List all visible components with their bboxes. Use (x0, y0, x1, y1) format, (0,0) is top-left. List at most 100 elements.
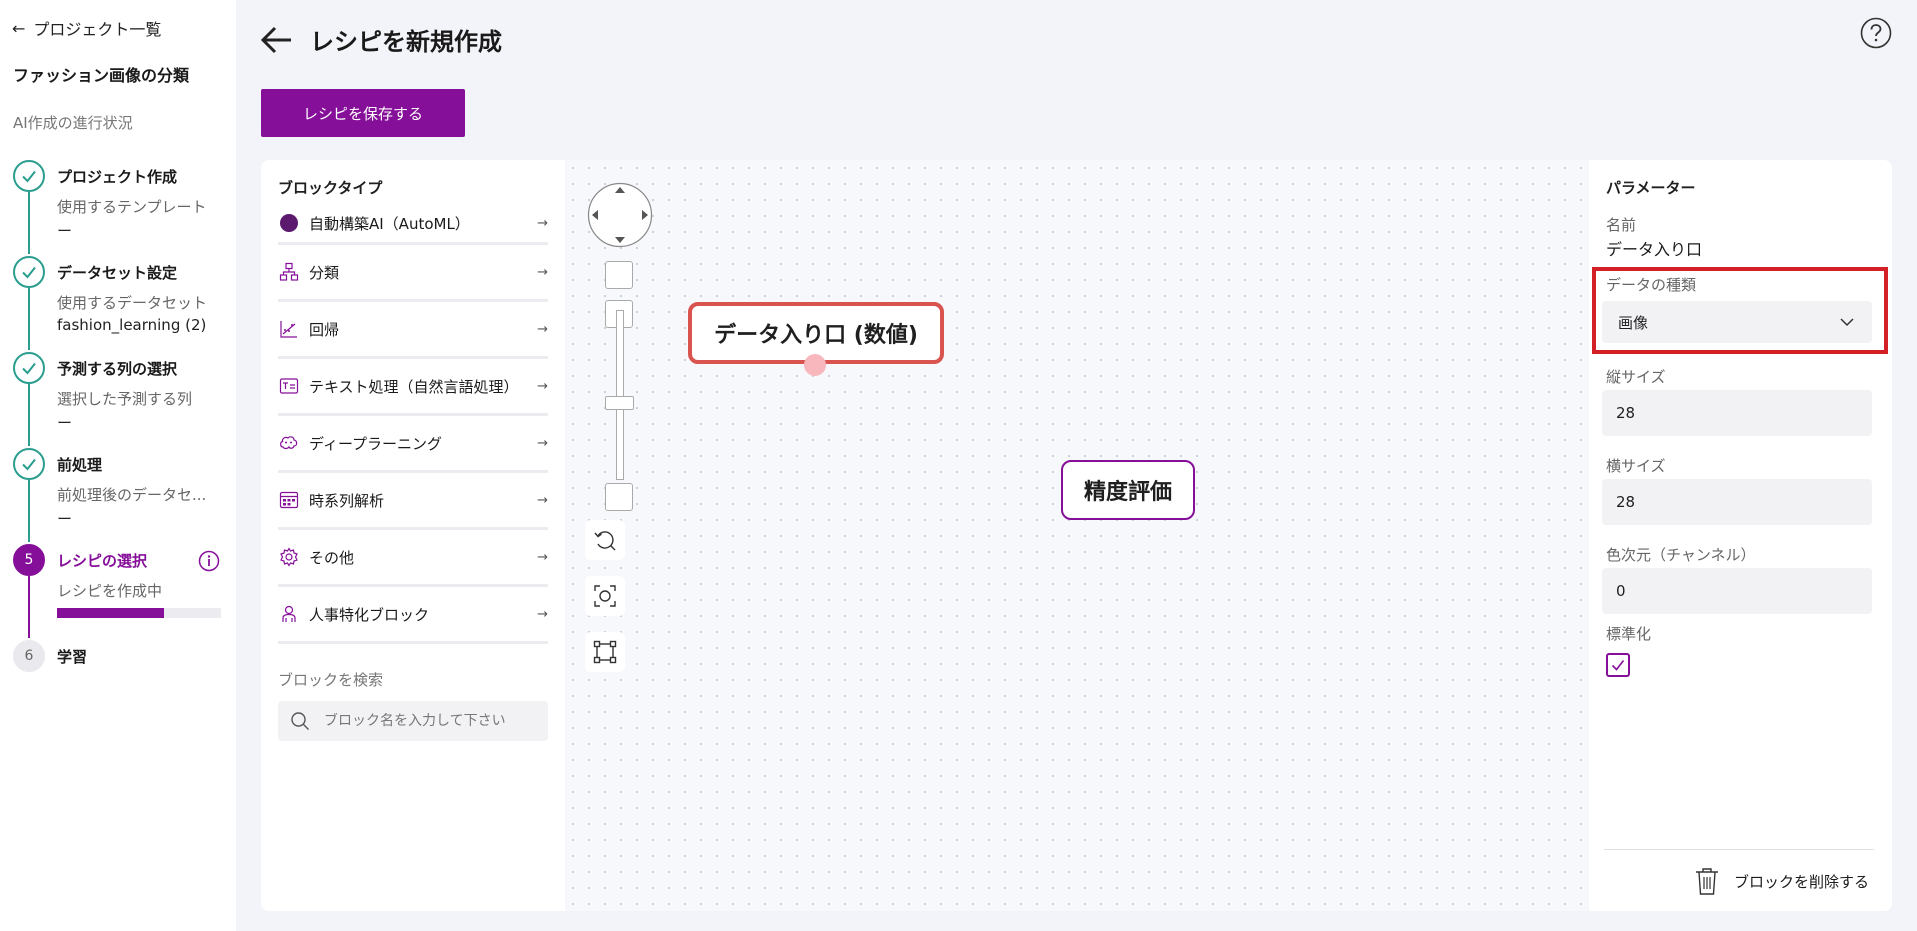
block-item-classification[interactable]: 分類 → (278, 245, 548, 302)
page-title: レシピを新規作成 (310, 28, 502, 56)
block-item-regression[interactable]: 回帰 → (278, 302, 548, 359)
parameter-heading: パラメーター (1606, 179, 1696, 197)
fit-view-button[interactable] (585, 632, 625, 672)
gear-icon (278, 546, 300, 568)
step-3-title: 予測する列の選択 (57, 360, 178, 378)
classification-icon (278, 261, 300, 283)
delete-block-label: ブロックを削除する (1734, 872, 1870, 891)
step-5-sub: レシピを作成中 (57, 582, 163, 600)
arrow-right-icon: → (537, 215, 548, 231)
text-processing-icon (278, 375, 300, 397)
person-icon (278, 603, 300, 625)
zoom-slider-handle[interactable] (605, 396, 634, 410)
block-item-label: その他 (309, 548, 355, 567)
block-item-text-processing[interactable]: テキスト処理（自然言語処理） → (278, 359, 548, 416)
progress-fill (57, 608, 164, 618)
help-icon[interactable] (1860, 17, 1892, 49)
chevron-down-icon (1840, 318, 1854, 327)
save-recipe-button[interactable]: レシピを保存する (261, 89, 465, 137)
search-icon (291, 712, 309, 730)
width-label: 横サイズ (1606, 457, 1666, 475)
step-3-sub: 選択した予測する列 (57, 390, 193, 408)
block-type-list: 自動構築AI（AutoML） → 分類 → 回帰 → テキスト処理（自然言語処理… (278, 204, 548, 644)
step-connector (28, 384, 30, 446)
block-item-hr[interactable]: 人事特化ブロック → (278, 587, 548, 644)
project-name: ファッション画像の分類 (13, 66, 190, 85)
name-value: データ入り口 (1606, 240, 1703, 259)
delete-block-button[interactable]: ブロックを削除する (1694, 866, 1869, 896)
parameter-panel: パラメーター 名前 データ入り口 データの種類 画像 縦サイズ 28 横サイズ … (1589, 160, 1892, 911)
info-icon[interactable] (198, 550, 220, 572)
zoom-out-button[interactable] (605, 483, 633, 511)
step-1-title: プロジェクト作成 (57, 168, 178, 186)
step-connector (28, 192, 30, 254)
zoom-slider-track[interactable] (616, 310, 624, 480)
regression-icon (278, 318, 300, 340)
node-accuracy-evaluation[interactable]: 精度評価 (1061, 460, 1195, 520)
focus-button[interactable] (585, 576, 625, 616)
recipe-canvas[interactable]: データ入り口 (数値) 精度評価 (565, 160, 1589, 911)
step-connector (28, 288, 30, 350)
height-input[interactable]: 28 (1602, 390, 1872, 436)
data-type-label: データの種類 (1606, 276, 1697, 294)
step-1-sub: 使用するテンプレート (57, 198, 207, 216)
step-2-value: fashion_learning (2) (57, 316, 207, 334)
arrow-left-icon: ← (12, 18, 26, 38)
check-icon (1611, 660, 1625, 671)
block-item-other[interactable]: その他 → (278, 530, 548, 587)
block-type-panel: ブロックタイプ 自動構築AI（AutoML） → 分類 → 回帰 → テキスト処… (261, 160, 565, 911)
zoom-preset-button[interactable] (605, 261, 633, 289)
back-to-projects-link[interactable]: ← プロジェクト一覧 (12, 16, 161, 40)
step-3-check-icon (13, 352, 45, 384)
node-output-port[interactable] (804, 354, 826, 376)
deep-learning-icon (278, 432, 300, 454)
back-link-label: プロジェクト一覧 (33, 20, 162, 39)
block-item-label: 分類 (309, 263, 340, 282)
channel-label: 色次元（チャンネル） (1606, 546, 1756, 564)
data-type-value: 画像 (1618, 313, 1649, 332)
width-input[interactable]: 28 (1602, 479, 1872, 525)
block-item-label: テキスト処理（自然言語処理） (309, 377, 519, 396)
refresh-search-icon (594, 531, 616, 551)
arrow-right-icon: → (537, 492, 548, 508)
block-type-heading: ブロックタイプ (278, 179, 383, 197)
step-6-number: 6 (13, 640, 45, 672)
arrow-right-icon: → (537, 264, 548, 280)
name-label: 名前 (1606, 216, 1637, 234)
normalize-checkbox[interactable] (1606, 653, 1630, 677)
reset-view-button[interactable] (585, 520, 625, 560)
block-search-box (278, 701, 548, 741)
block-item-automl[interactable]: 自動構築AI（AutoML） → (278, 204, 548, 245)
fit-view-icon (593, 640, 617, 664)
step-4-check-icon (13, 448, 45, 480)
block-item-deep-learning[interactable]: ディープラーニング → (278, 416, 548, 473)
arrow-right-icon: → (537, 435, 548, 451)
channel-input[interactable]: 0 (1602, 568, 1872, 614)
step-4-sub: 前処理後のデータセ... (57, 486, 207, 504)
step-2-title: データセット設定 (57, 264, 178, 282)
back-arrow-icon[interactable] (260, 23, 294, 57)
block-item-label: 人事特化ブロック (309, 605, 430, 624)
arrow-right-icon: → (537, 549, 548, 565)
block-item-time-series[interactable]: 時系列解析 → (278, 473, 548, 530)
step-1-value: ー (57, 222, 73, 240)
data-type-select[interactable]: 画像 (1602, 301, 1872, 343)
sidebar: ← プロジェクト一覧 ファッション画像の分類 AI作成の進行状況 プロジェクト作… (0, 0, 236, 931)
automl-icon (278, 212, 300, 234)
step-connector (28, 576, 30, 638)
normalize-label: 標準化 (1606, 625, 1652, 643)
step-4-title: 前処理 (57, 456, 103, 474)
pan-control[interactable] (587, 182, 653, 248)
block-item-label: ディープラーニング (309, 434, 443, 453)
divider (1604, 849, 1874, 850)
step-1-check-icon (13, 160, 45, 192)
step-3-value: ー (57, 414, 73, 432)
block-item-label: 回帰 (309, 320, 340, 339)
step-6-title: 学習 (57, 648, 88, 666)
block-item-label: 自動構築AI（AutoML） (309, 214, 470, 233)
block-search-input[interactable] (324, 713, 544, 729)
step-5-number: 5 (13, 544, 45, 576)
arrow-right-icon: → (537, 321, 548, 337)
time-series-icon (278, 489, 300, 511)
block-item-label: 時系列解析 (309, 491, 385, 510)
